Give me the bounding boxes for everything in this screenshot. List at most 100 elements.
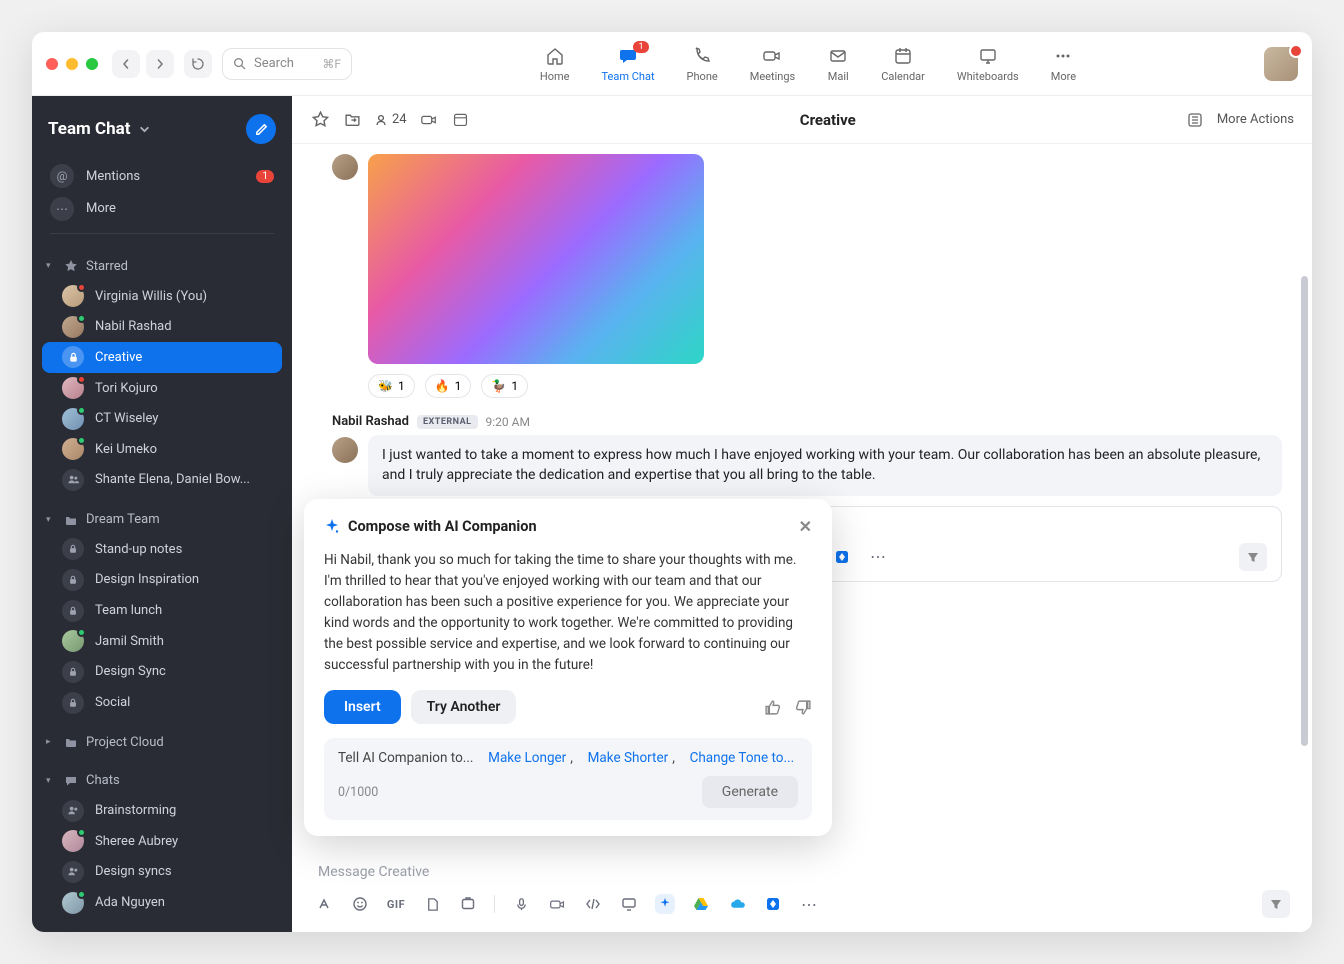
sidebar-starred-item[interactable]: Shante Elena, Daniel Bow... bbox=[42, 465, 282, 496]
sidebar-channel-item[interactable]: Team lunch bbox=[42, 595, 282, 626]
scrollbar[interactable] bbox=[1301, 276, 1308, 746]
sidebar-item-mentions[interactable]: @ Mentions 1 bbox=[42, 160, 282, 193]
tab-mail[interactable]: Mail bbox=[827, 45, 849, 83]
sidebar-chat-item[interactable]: Brainstorming bbox=[42, 795, 282, 826]
sidebar-starred-item[interactable]: Kei Umeko bbox=[42, 434, 282, 465]
sidebar-item-more[interactable]: ⋯ More bbox=[42, 193, 282, 226]
screenshot-icon[interactable] bbox=[458, 894, 478, 914]
sidebar-chat-item[interactable]: Design syncs bbox=[42, 857, 282, 888]
sidebar-channel-item[interactable]: Stand-up notes bbox=[42, 534, 282, 565]
section-header-chats[interactable]: ▾ Chats bbox=[42, 767, 282, 796]
chat-bubble-icon bbox=[64, 774, 78, 788]
sidebar-channel-item[interactable]: Design Sync bbox=[42, 657, 282, 688]
more-tools-icon[interactable]: ⋯ bbox=[799, 894, 819, 914]
tab-more[interactable]: More bbox=[1051, 45, 1076, 83]
calendar-header-icon[interactable] bbox=[451, 110, 471, 130]
star-outline-icon[interactable] bbox=[310, 110, 330, 130]
record-video-icon[interactable] bbox=[547, 894, 567, 914]
screen-icon[interactable] bbox=[619, 894, 639, 914]
compose-button[interactable] bbox=[246, 114, 276, 144]
back-button[interactable] bbox=[112, 50, 140, 78]
gif-icon[interactable]: GIF bbox=[386, 894, 406, 914]
tab-whiteboards[interactable]: Whiteboards bbox=[957, 45, 1019, 83]
chevron-down-icon[interactable] bbox=[139, 124, 150, 135]
char-counter: 0/1000 bbox=[338, 785, 378, 800]
reaction-chip[interactable]: 🦆1 bbox=[481, 374, 528, 398]
insert-button[interactable]: Insert bbox=[324, 690, 401, 724]
audio-icon[interactable] bbox=[511, 894, 531, 914]
message-avatar bbox=[332, 437, 358, 463]
sidebar-starred-item-creative[interactable]: Creative bbox=[42, 342, 282, 373]
lock-icon bbox=[62, 661, 84, 683]
folder-icon bbox=[64, 735, 78, 749]
tab-team-chat[interactable]: Team Chat 1 bbox=[602, 45, 655, 83]
app-integration-icon[interactable] bbox=[763, 894, 783, 914]
message-author: Nabil Rashad bbox=[332, 414, 409, 429]
window-controls bbox=[46, 58, 98, 70]
code-icon[interactable] bbox=[583, 894, 603, 914]
section-header-starred[interactable]: ▾ Starred bbox=[42, 252, 282, 281]
sidebar-starred-item[interactable]: Tori Kojuro bbox=[42, 373, 282, 404]
send-filter-icon[interactable] bbox=[1262, 890, 1290, 918]
sidebar-channel-item[interactable]: Social bbox=[42, 687, 282, 718]
video-call-icon[interactable] bbox=[419, 110, 439, 130]
ai-icon[interactable] bbox=[655, 894, 675, 914]
composer-placeholder: Message Creative bbox=[314, 864, 1290, 890]
tab-home[interactable]: Home bbox=[540, 45, 570, 83]
reaction-chip[interactable]: 🔥1 bbox=[425, 374, 472, 398]
sidebar-channel-item[interactable]: Design Inspiration bbox=[42, 565, 282, 596]
minimize-window-button[interactable] bbox=[66, 58, 78, 70]
more-tools-icon[interactable]: ⋯ bbox=[868, 547, 888, 567]
history-button[interactable] bbox=[184, 50, 212, 78]
make-longer-link[interactable]: Make Longer bbox=[488, 750, 566, 766]
make-shorter-link[interactable]: Make Shorter bbox=[588, 750, 669, 766]
more-actions-button[interactable]: More Actions bbox=[1217, 112, 1294, 127]
mail-icon bbox=[827, 45, 849, 67]
section-header-dream-team[interactable]: ▾ Dream Team bbox=[42, 505, 282, 534]
sparkle-icon bbox=[324, 519, 340, 535]
google-drive-icon[interactable] bbox=[691, 894, 711, 914]
thumbs-down-icon[interactable] bbox=[795, 699, 812, 716]
image-attachment[interactable] bbox=[368, 154, 704, 364]
sidebar-starred-item[interactable]: Virginia Willis (You) bbox=[42, 281, 282, 312]
sidebar-channel-item[interactable]: Jamil Smith bbox=[42, 626, 282, 657]
list-icon[interactable] bbox=[1185, 110, 1205, 130]
tab-calendar[interactable]: Calendar bbox=[881, 45, 925, 83]
change-tone-link[interactable]: Change Tone to... bbox=[690, 750, 795, 766]
send-filter-icon[interactable] bbox=[1239, 543, 1267, 571]
close-window-button[interactable] bbox=[46, 58, 58, 70]
thumbs-up-icon[interactable] bbox=[764, 699, 781, 716]
move-to-folder-icon[interactable] bbox=[342, 110, 362, 130]
try-another-button[interactable]: Try Another bbox=[411, 690, 517, 724]
sidebar-starred-item[interactable]: Nabil Rashad bbox=[42, 311, 282, 342]
emoji-icon[interactable] bbox=[350, 894, 370, 914]
search-input[interactable]: Search ⌘F bbox=[222, 48, 352, 80]
at-icon: @ bbox=[50, 164, 74, 188]
composer[interactable]: Message Creative GIF ⋯ bbox=[292, 850, 1312, 932]
generate-button[interactable]: Generate bbox=[702, 776, 798, 808]
member-count[interactable]: 24 bbox=[374, 112, 407, 127]
search-icon bbox=[233, 57, 246, 70]
calendar-icon bbox=[892, 45, 914, 67]
lock-icon bbox=[62, 569, 84, 591]
close-icon[interactable]: ✕ bbox=[799, 517, 812, 536]
tab-phone[interactable]: Phone bbox=[687, 45, 718, 83]
file-icon[interactable] bbox=[422, 894, 442, 914]
sidebar-chat-item[interactable]: Sheree Aubrey bbox=[42, 826, 282, 857]
sidebar-starred-item[interactable]: CT Wiseley bbox=[42, 403, 282, 434]
forward-button[interactable] bbox=[146, 50, 174, 78]
section-header-project-cloud[interactable]: ▸ Project Cloud bbox=[42, 728, 282, 757]
lock-icon bbox=[62, 346, 84, 368]
app-integration-icon[interactable] bbox=[832, 547, 852, 567]
message-time: 9:20 AM bbox=[486, 415, 530, 429]
profile-avatar[interactable] bbox=[1264, 47, 1298, 81]
tab-meetings[interactable]: Meetings bbox=[750, 45, 795, 83]
reaction-chip[interactable]: 🐝1 bbox=[368, 374, 415, 398]
phone-icon bbox=[691, 45, 713, 67]
sidebar-chat-item[interactable]: Ada Nguyen bbox=[42, 887, 282, 918]
search-shortcut: ⌘F bbox=[322, 57, 341, 71]
onedrive-icon[interactable] bbox=[727, 894, 747, 914]
format-icon[interactable] bbox=[314, 894, 334, 914]
group-icon bbox=[62, 861, 84, 883]
maximize-window-button[interactable] bbox=[86, 58, 98, 70]
